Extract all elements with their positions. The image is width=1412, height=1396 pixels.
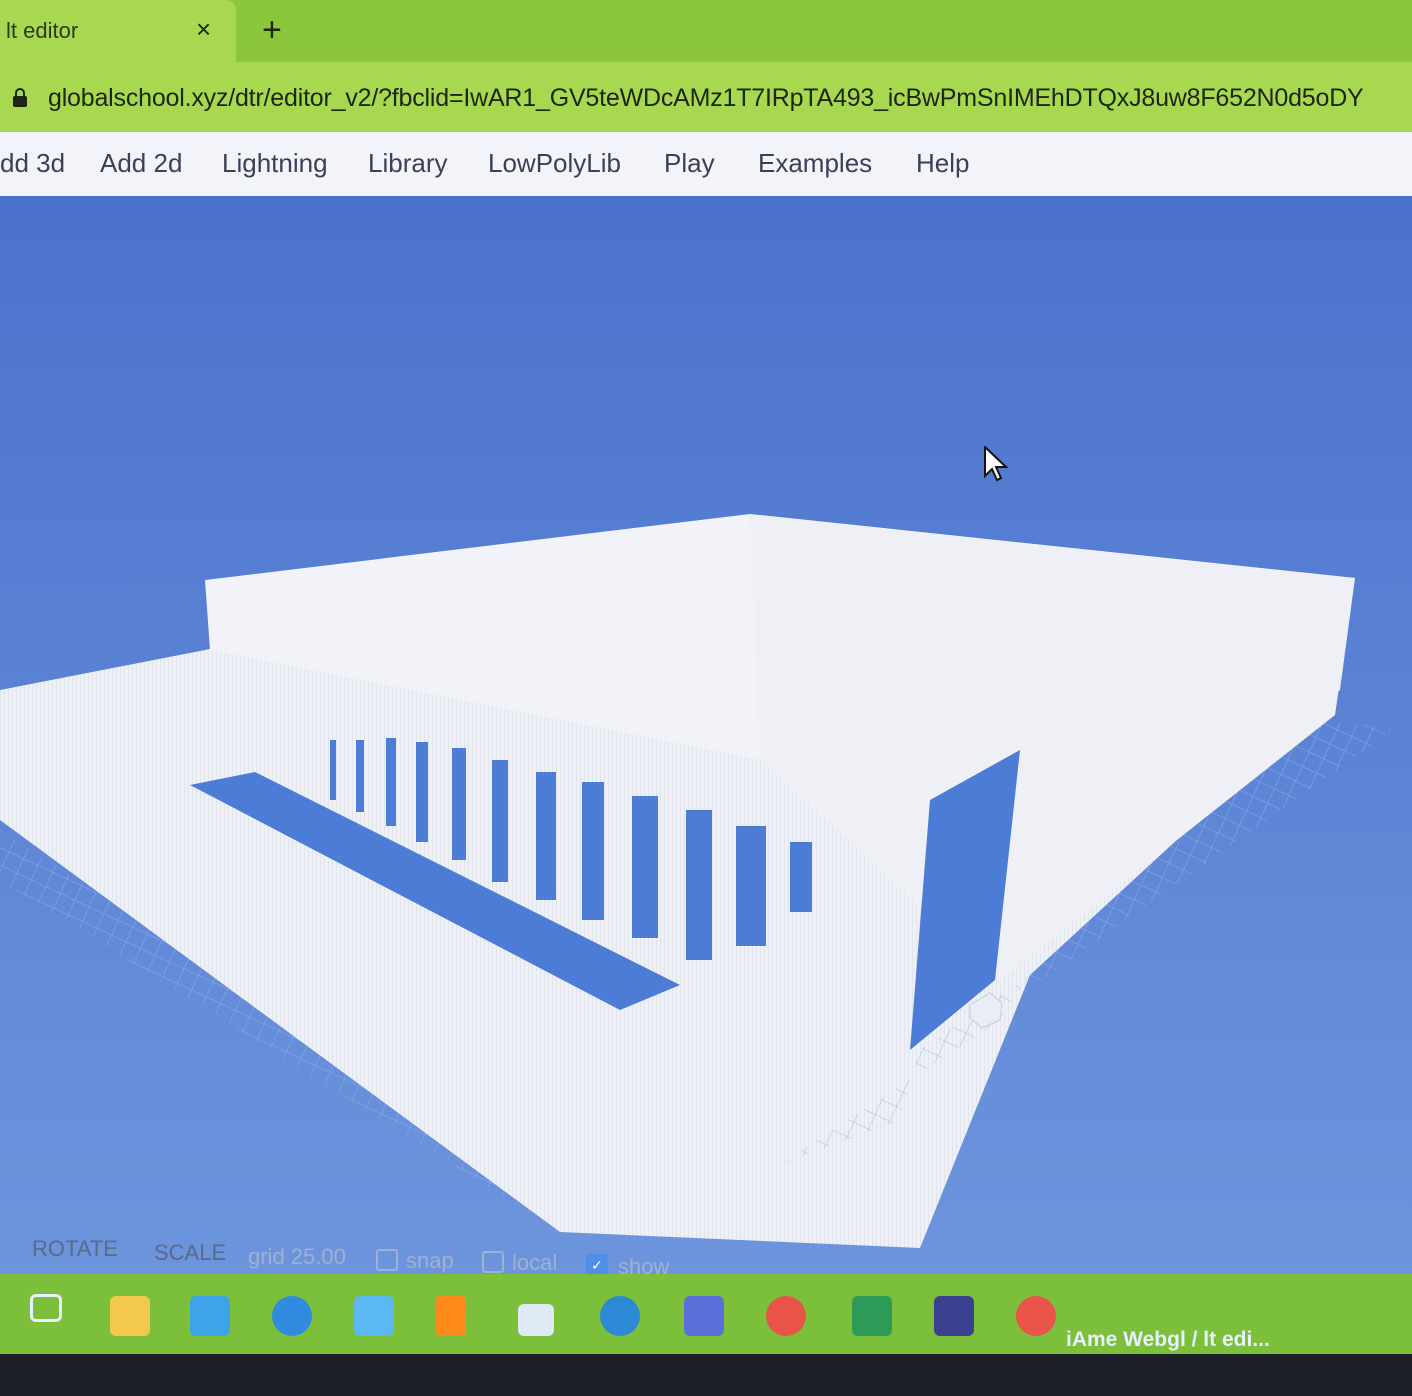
edge-icon[interactable] xyxy=(600,1296,640,1336)
menu-library[interactable]: Library xyxy=(368,148,447,179)
menu-lightning[interactable]: Lightning xyxy=(222,148,328,179)
excel-icon[interactable] xyxy=(852,1296,892,1336)
monitor-bezel xyxy=(0,1354,1412,1396)
new-tab-icon[interactable]: + xyxy=(262,10,282,50)
snap-label: snap xyxy=(406,1248,454,1273)
app-icon[interactable] xyxy=(518,1304,554,1336)
file-explorer-icon[interactable] xyxy=(110,1296,150,1336)
menu-help[interactable]: Help xyxy=(916,148,969,179)
vlc-icon[interactable] xyxy=(436,1296,466,1336)
url-text[interactable]: globalschool.xyz/dtr/editor_v2/?fbclid=I… xyxy=(48,84,1364,113)
chrome-icon[interactable] xyxy=(766,1296,806,1336)
show-checkbox[interactable]: ✓ xyxy=(586,1254,608,1276)
scale-button[interactable]: SCALE xyxy=(154,1240,226,1266)
menu-add-3d[interactable]: dd 3d xyxy=(0,148,65,179)
tab-title: lt editor xyxy=(6,18,79,43)
grid-size-label: grid 25.00 xyxy=(248,1244,346,1269)
teams-icon[interactable] xyxy=(684,1296,724,1336)
active-window-label[interactable]: iAme Webgl / lt edi... xyxy=(1066,1328,1270,1352)
menu-lowpolylib[interactable]: LowPolyLib xyxy=(488,148,621,179)
mail-icon[interactable] xyxy=(354,1296,394,1336)
chrome-window-icon[interactable] xyxy=(1016,1296,1056,1336)
mouse-cursor-icon xyxy=(984,446,1008,482)
menu-play[interactable]: Play xyxy=(664,148,715,179)
menu-add-2d[interactable]: Add 2d xyxy=(100,148,182,179)
lock-icon xyxy=(13,88,27,107)
browser-tab[interactable]: lt editor × xyxy=(0,0,236,62)
local-label: local xyxy=(512,1250,558,1275)
close-tab-icon[interactable]: × xyxy=(196,14,211,45)
3d-viewport[interactable] xyxy=(0,196,1412,1276)
task-view-icon[interactable] xyxy=(30,1294,62,1322)
photos-icon[interactable] xyxy=(272,1296,312,1336)
scene-canvas[interactable] xyxy=(0,196,1412,1276)
screen: lt editor × + globalschool.xyz/dtr/edito… xyxy=(0,0,1412,1396)
store-icon[interactable] xyxy=(190,1296,230,1336)
snap-checkbox[interactable] xyxy=(376,1249,398,1271)
local-checkbox[interactable] xyxy=(482,1251,504,1273)
app-icon-2[interactable] xyxy=(934,1296,974,1336)
menu-examples[interactable]: Examples xyxy=(758,148,872,179)
rotate-button[interactable]: ROTATE xyxy=(32,1236,118,1262)
